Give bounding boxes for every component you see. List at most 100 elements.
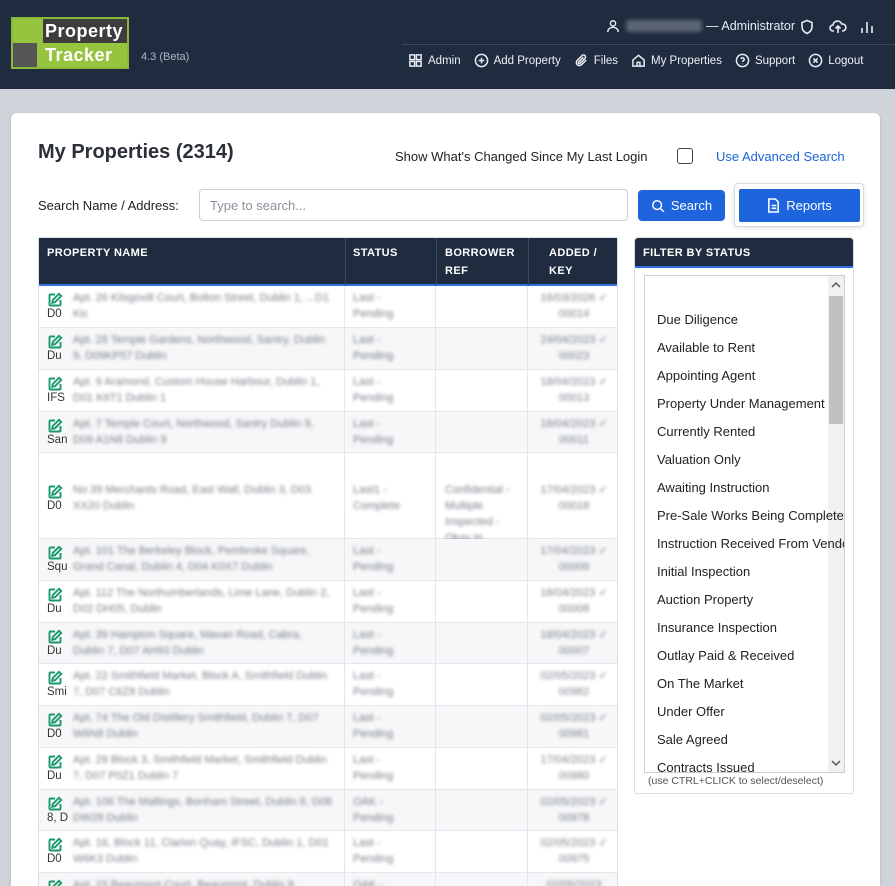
property-name[interactable]: Apt. 106 The Maltings, Bonham Street, Du…: [73, 794, 335, 828]
cloud-upload-icon[interactable]: [829, 19, 847, 35]
status-option[interactable]: Sale Agreed: [657, 732, 728, 747]
borrower-ref: [445, 290, 515, 324]
status-option[interactable]: Auction Property: [657, 592, 753, 607]
filter-scrollbar[interactable]: [828, 276, 844, 772]
table-row[interactable]: D0 No 39 Merchants Road, East Wall, Dubli…: [39, 453, 617, 560]
col-borrower-ref[interactable]: BORROWER REF: [445, 244, 523, 280]
nav-admin-label: Admin: [428, 54, 461, 67]
table-row[interactable]: Du Apt. 39 Hampton Square, Mavan Road, Ca…: [39, 623, 617, 664]
scroll-up-icon[interactable]: [828, 278, 844, 292]
properties-table: PROPERTY NAME STATUS BORROWER REF ADDED …: [38, 237, 618, 886]
property-status: OAK - Pending: [353, 796, 394, 824]
added-key: 18/04/2023 ✓ 00013: [540, 376, 608, 404]
status-option[interactable]: Currently Rented: [657, 424, 755, 439]
top-navbar: Property Tracker 4.3 (Beta) — Administra…: [0, 0, 895, 89]
property-name[interactable]: Apt. 22 Smithfield Market, Block A, Smit…: [73, 668, 335, 702]
col-added-key[interactable]: ADDED / KEY: [549, 244, 609, 280]
col-property-name[interactable]: PROPERTY NAME: [47, 244, 148, 262]
status-option[interactable]: Valuation Only: [657, 452, 741, 467]
status-option[interactable]: Appointing Agent: [657, 368, 755, 383]
borrower-ref: [445, 543, 515, 577]
property-status: Last - Pending: [353, 545, 394, 573]
status-option[interactable]: Awaiting Instruction: [657, 480, 770, 495]
property-name[interactable]: Apt. 7 Temple Court, Northwood, Santry D…: [73, 416, 335, 450]
nav-files[interactable]: Files: [574, 53, 618, 68]
borrower-ref: [445, 877, 515, 886]
col-status[interactable]: STATUS: [353, 244, 398, 262]
nav-add-property[interactable]: Add Property: [474, 53, 561, 68]
search-input[interactable]: [199, 189, 628, 221]
added-key: 02/05/2023: [546, 879, 602, 886]
filter-scroll-thumb[interactable]: [829, 296, 843, 424]
nav-support[interactable]: Support: [735, 53, 795, 68]
status-option[interactable]: Outlay Paid & Received: [657, 648, 794, 663]
property-name[interactable]: Apt. 28 Temple Gardens, Northwood, Santr…: [73, 332, 335, 366]
status-option[interactable]: Initial Inspection: [657, 564, 750, 579]
status-filter-listbox[interactable]: Due Diligence Available to Rent Appointing…: [644, 275, 845, 773]
table-row[interactable]: D0 Apt. 26 Kilsgovill Court, Bolton Stree…: [39, 286, 617, 328]
status-option[interactable]: On The Market: [657, 676, 743, 691]
property-name[interactable]: Apt. 112 The Northumberlands, Lime Lane,…: [73, 585, 335, 619]
property-status: Last - Pending: [353, 376, 394, 404]
property-name[interactable]: Apt. 15 Beaumont Court, Beaumont, Dublin…: [73, 877, 335, 886]
reports-button-label: Reports: [786, 198, 832, 213]
property-name[interactable]: Apt. 101 The Berkeley Block, Pembroke Sq…: [73, 543, 335, 577]
added-key: 18/04/2023 ✓ 00011: [540, 418, 608, 446]
reports-button[interactable]: Reports: [739, 189, 860, 222]
table-row[interactable]: Squ Apt. 101 The Berkeley Block, Pembroke…: [39, 539, 617, 581]
table-row[interactable]: D0 Apt. 16, Block 11, Clarion Quay, IFSC,…: [39, 831, 617, 873]
plus-circle-icon: [474, 53, 488, 68]
bar-chart-icon[interactable]: [859, 19, 875, 35]
property-name[interactable]: Apt. 29 Block 3, Smithfield Market, Smit…: [73, 752, 335, 786]
nav-support-label: Support: [754, 54, 796, 67]
nav-my-properties[interactable]: My Properties: [631, 53, 722, 68]
table-row[interactable]: Du Apt. 112 The Northumberlands, Lime Lan…: [39, 581, 617, 623]
property-status: Last - Pending: [353, 418, 394, 446]
reports-button-wrap: Reports: [734, 183, 864, 227]
changed-since-checkbox[interactable]: [677, 148, 693, 164]
table-row[interactable]: San Apt. 7 Temple Court, Northwood, Santr…: [39, 412, 617, 453]
nav-add-property-label: Add Property: [493, 54, 561, 67]
table-row[interactable]: Du Apt. 28 Temple Gardens, Northwood, San…: [39, 328, 617, 370]
status-option[interactable]: Insurance Inspection: [657, 620, 777, 635]
table-row[interactable]: D0 Apt. 74 The Old Distillery Smithfield,…: [39, 706, 617, 748]
page-title: My Properties (2314): [38, 141, 234, 163]
status-option[interactable]: Available to Rent: [657, 340, 755, 355]
property-name[interactable]: Apt. 74 The Old Distillery Smithfield, D…: [73, 710, 335, 744]
property-name-prefix: Squ: [47, 561, 68, 573]
status-option[interactable]: Property Under Management: [657, 396, 825, 411]
borrower-ref: [445, 585, 515, 619]
table-row[interactable]: AptApt. 15 Beaumont Court, Beaumont, Dub…: [39, 873, 617, 886]
search-button[interactable]: Search: [638, 190, 725, 221]
borrower-ref: [445, 627, 515, 660]
status-option[interactable]: Under Offer: [657, 704, 725, 719]
property-name[interactable]: Apt. 9 Aramond, Custom House Harbour, Du…: [73, 374, 335, 408]
shield-icon[interactable]: [799, 19, 815, 35]
borrower-ref: [445, 374, 515, 408]
property-name[interactable]: Apt. 16, Block 11, Clarion Quay, IFSC, D…: [73, 835, 335, 869]
status-option[interactable]: Contracts Issued: [657, 760, 755, 772]
status-option[interactable]: Instruction Received From Vendor: [657, 536, 844, 551]
status-option[interactable]: Pre-Sale Works Being Completed: [657, 508, 844, 523]
table-row[interactable]: IFS Apt. 9 Aramond, Custom House Harbour,…: [39, 370, 617, 412]
status-option[interactable]: Due Diligence: [657, 312, 738, 327]
advanced-search-link[interactable]: Use Advanced Search: [716, 149, 845, 164]
paperclip-icon: [575, 54, 587, 67]
user-icon: [607, 20, 620, 33]
app-logo[interactable]: Property Tracker: [11, 17, 129, 69]
added-key: 18/04/2023 ✓ 00008: [540, 587, 608, 615]
nav-logout[interactable]: Logout: [808, 53, 863, 68]
user-info[interactable]: — Administrator: [606, 19, 795, 33]
property-name[interactable]: Apt. 39 Hampton Square, Mavan Road, Cabr…: [73, 627, 335, 661]
scroll-down-icon[interactable]: [828, 756, 844, 770]
table-row[interactable]: 8, D Apt. 106 The Maltings, Bonham Street…: [39, 790, 617, 831]
property-name[interactable]: No 39 Merchants Road, East Wall, Dublin …: [73, 482, 335, 516]
table-row[interactable]: Du Apt. 29 Block 3, Smithfield Market, Sm…: [39, 748, 617, 790]
nav-admin[interactable]: Admin: [408, 53, 461, 68]
table-row[interactable]: Smi Apt. 22 Smithfield Market, Block A, S…: [39, 664, 617, 706]
edit-icon[interactable]: [47, 879, 63, 886]
nav-files-label: Files: [593, 54, 619, 67]
properties-card: My Properties (2314) Show What's Changed…: [11, 113, 880, 886]
property-name[interactable]: Apt. 26 Kilsgovill Court, Bolton Street,…: [73, 290, 335, 324]
search-label: Search Name / Address:: [38, 198, 179, 213]
